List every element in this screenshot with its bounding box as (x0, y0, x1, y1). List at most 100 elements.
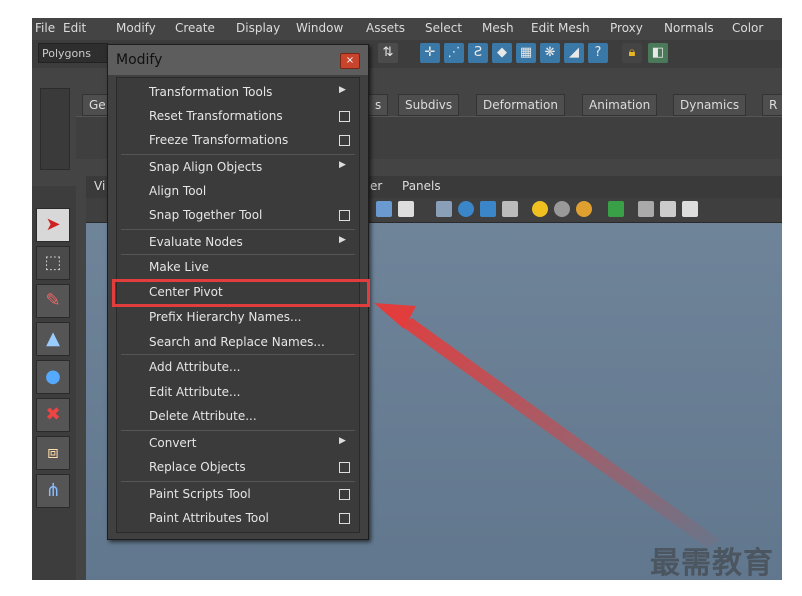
shelf-tab-animation[interactable]: Animation (582, 94, 658, 116)
checker-icon[interactable] (502, 201, 518, 217)
menu-item-label: Replace Objects (149, 460, 246, 474)
menu-item-label: Make Live (149, 260, 209, 274)
menu-item-snap-together-tool[interactable]: Snap Together Tool (117, 205, 359, 227)
hierarchy-tool-icon[interactable]: ⋔ (36, 474, 70, 508)
panel-menu-panels[interactable]: Panels (402, 179, 441, 193)
ao-icon[interactable] (576, 201, 592, 217)
menu-modify[interactable]: Modify (116, 21, 156, 35)
menu-item-label: Freeze Transformations (149, 133, 289, 147)
menu-item-paint-attributes-tool[interactable]: Paint Attributes Tool (117, 508, 359, 530)
menu-proxy[interactable]: Proxy (610, 21, 643, 35)
menu-item-prefix-hierarchy-names[interactable]: Prefix Hierarchy Names... (117, 307, 359, 329)
menu-window[interactable]: Window (296, 21, 343, 35)
menu-item-reset-transformations[interactable]: Reset Transformations (117, 106, 359, 128)
menu-item-label: Snap Together Tool (149, 208, 263, 222)
menu-edit[interactable]: Edit (63, 21, 86, 35)
grid-toggle-icon[interactable] (660, 201, 676, 217)
menu-titlebar[interactable]: Modify × (108, 45, 368, 75)
text-icon[interactable] (398, 201, 414, 217)
xray-icon[interactable] (638, 201, 654, 217)
shelf-handle[interactable] (40, 88, 70, 170)
shelf-tab-dynamics[interactable]: Dynamics (673, 94, 747, 116)
submenu-arrow-icon: ▶ (339, 85, 346, 95)
shadow-icon[interactable] (554, 201, 570, 217)
surface-icon[interactable]: ◆ (492, 43, 512, 63)
lock-icon[interactable]: 🔒︎ (622, 43, 642, 63)
option-box-icon[interactable] (339, 111, 350, 122)
menu-file[interactable]: File (35, 21, 55, 35)
menu-item-label: Add Attribute... (149, 360, 241, 374)
select-tool-icon[interactable]: ➤ (36, 208, 70, 242)
menu-item-label: Evaluate Nodes (149, 235, 243, 249)
scale-icon[interactable]: ✖ (36, 398, 70, 432)
menu-title: Modify (116, 52, 163, 68)
panel-menu-view[interactable]: Vi (94, 179, 105, 193)
menu-display[interactable]: Display (236, 21, 280, 35)
shelf-tab-polygons[interactable]: s (368, 94, 389, 116)
watermark: 最需教育 (650, 546, 774, 581)
menu-item-convert[interactable]: Convert ▶ (117, 433, 359, 455)
menu-select[interactable]: Select (425, 21, 462, 35)
panel-menu-renderer[interactable]: er (370, 179, 382, 193)
menu-assets[interactable]: Assets (366, 21, 405, 35)
menu-item-evaluate-nodes[interactable]: Evaluate Nodes ▶ (117, 232, 359, 254)
lasso-icon[interactable]: ⬚ (36, 246, 70, 280)
hierarchy-icon[interactable]: ⋰ (444, 43, 464, 63)
curve-icon[interactable]: Ꙅ (468, 43, 488, 63)
menu-item-align-tool[interactable]: Align Tool (117, 181, 359, 203)
close-icon[interactable]: × (340, 53, 360, 69)
menu-separator (121, 254, 355, 255)
menu-edit-mesh[interactable]: Edit Mesh (531, 21, 590, 35)
grid-icon[interactable]: ▦ (516, 43, 536, 63)
submenu-arrow-icon: ▶ (339, 160, 346, 170)
share-icon[interactable] (682, 201, 698, 217)
snap-icon[interactable]: ◧ (648, 43, 668, 63)
shelf-tab-subdivs[interactable]: Subdivs (398, 94, 460, 116)
menu-item-replace-objects[interactable]: Replace Objects (117, 457, 359, 479)
light-icon[interactable] (532, 201, 548, 217)
mode-selector[interactable]: Polygons (38, 43, 108, 63)
option-box-icon[interactable] (339, 489, 350, 500)
menu-item-edit-attribute[interactable]: Edit Attribute... (117, 382, 359, 404)
shelf-tab-deformation[interactable]: Deformation (476, 94, 565, 116)
render-icon[interactable]: ◢ (564, 43, 584, 63)
cone-icon[interactable]: ▲ (36, 322, 70, 356)
menu-item-delete-attribute[interactable]: Delete Attribute... (117, 406, 359, 428)
help-icon[interactable]: ? (588, 43, 608, 63)
option-box-icon[interactable] (339, 210, 350, 221)
menu-item-add-attribute[interactable]: Add Attribute... (117, 357, 359, 379)
shaded-icon[interactable] (458, 201, 474, 217)
menu-color[interactable]: Color (732, 21, 763, 35)
textured-icon[interactable] (480, 201, 496, 217)
isolate-icon[interactable] (608, 201, 624, 217)
menu-normals[interactable]: Normals (664, 21, 714, 35)
option-box-icon[interactable] (339, 135, 350, 146)
tool-box: ➤ ⬚ ✎ ▲ ● ✖ ⧈ ⋔ (32, 186, 76, 580)
menu-item-search-and-replace-names[interactable]: Search and Replace Names... (117, 332, 359, 354)
move-icon[interactable]: ✛ (420, 43, 440, 63)
menu-item-label: Prefix Hierarchy Names... (149, 310, 302, 324)
menu-mesh[interactable]: Mesh (482, 21, 514, 35)
select-by-icon[interactable]: ⇅ (378, 43, 398, 63)
menu-item-paint-scripts-tool[interactable]: Paint Scripts Tool (117, 484, 359, 506)
menu-item-label: Paint Scripts Tool (149, 487, 251, 501)
menu-item-label: Paint Attributes Tool (149, 511, 269, 525)
option-box-icon[interactable] (339, 462, 350, 473)
menu-item-transformation-tools[interactable]: Transformation Tools ▶ (117, 82, 359, 104)
cube-icon[interactable]: ⧈ (36, 436, 70, 470)
shelf-tab-rendering[interactable]: R (762, 94, 782, 116)
wireframe-icon[interactable] (436, 201, 452, 217)
menu-item-label: Search and Replace Names... (149, 335, 325, 349)
menu-create[interactable]: Create (175, 21, 215, 35)
menu-item-label: Align Tool (149, 184, 207, 198)
menu-separator (121, 430, 355, 431)
sphere-icon[interactable]: ● (36, 360, 70, 394)
menu-item-freeze-transformations[interactable]: Freeze Transformations (117, 130, 359, 152)
menu-item-snap-align-objects[interactable]: Snap Align Objects ▶ (117, 157, 359, 179)
camera-icon[interactable] (376, 201, 392, 217)
menu-item-make-live[interactable]: Make Live (117, 257, 359, 279)
paint-icon[interactable]: ✎ (36, 284, 70, 318)
deformer-icon[interactable]: ❋ (540, 43, 560, 63)
option-box-icon[interactable] (339, 513, 350, 524)
menu-separator (121, 481, 355, 482)
